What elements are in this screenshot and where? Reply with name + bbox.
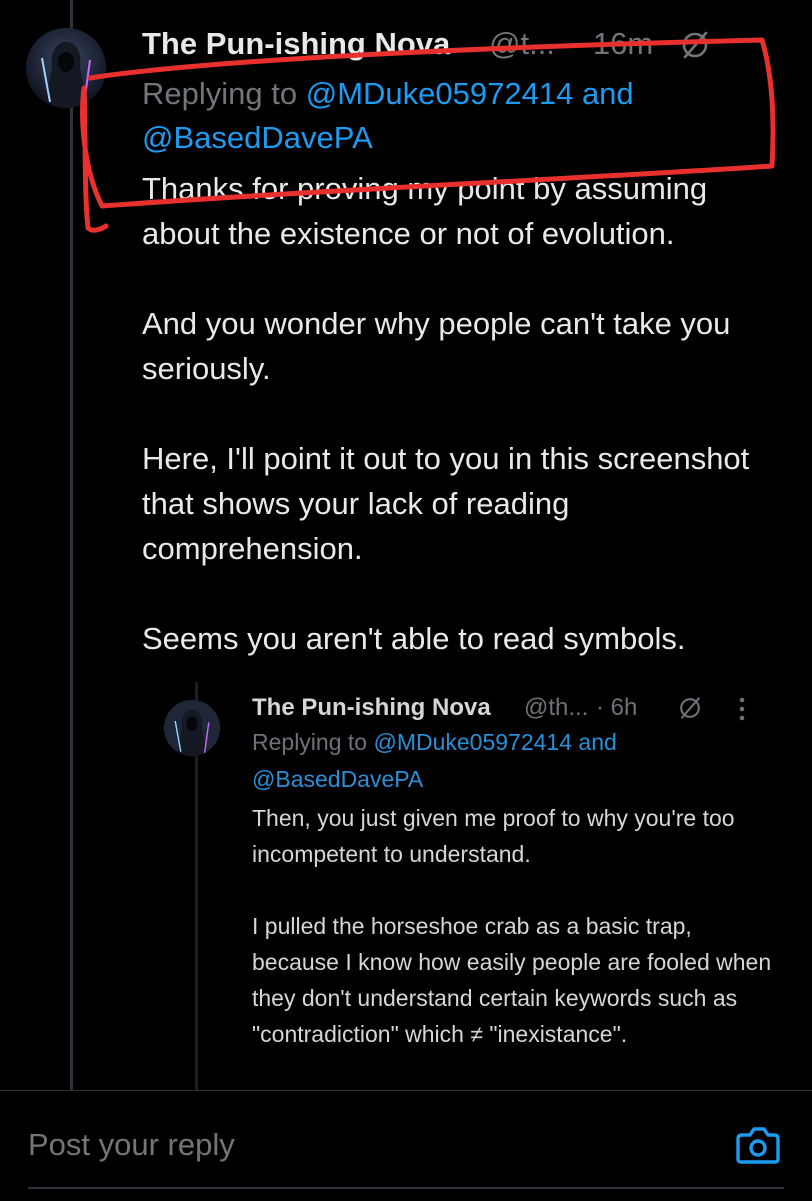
mention-link[interactable]: @MDuke05972414 bbox=[306, 76, 574, 111]
screenshot-paragraph: Then, you just given me proof to why you… bbox=[252, 805, 735, 867]
grok-slash-icon bbox=[678, 696, 702, 727]
replying-to: Replying to @MDuke05972414 and @BasedDav… bbox=[142, 72, 792, 160]
screenshot-author-handle: @th... bbox=[524, 694, 589, 721]
mention-link[interactable]: @BasedDavePA bbox=[142, 120, 373, 155]
more-options-icon bbox=[738, 696, 746, 725]
tweet-paragraph: Here, I'll point it out to you in this s… bbox=[142, 441, 750, 566]
screenshot-mention: @MDuke05972414 bbox=[373, 729, 573, 755]
tweet-paragraph: And you wonder why people can't take you… bbox=[142, 306, 731, 386]
tweet-paragraph: Seems you aren't able to read symbols. bbox=[142, 621, 686, 656]
screenshot-replying-and: and bbox=[578, 729, 617, 755]
screenshot-replying-prefix: Replying to bbox=[252, 729, 368, 755]
replying-and: and bbox=[581, 76, 634, 111]
tweet: The Pun-ishing Nova @t... · 16m Replying… bbox=[142, 24, 792, 661]
screenshot-mention: @BasedDavePA bbox=[252, 766, 424, 792]
screenshot-post-time: · 6h bbox=[596, 694, 638, 721]
author-handle[interactable]: @t... bbox=[489, 26, 555, 62]
screenshot-paragraph: I pulled the horseshoe crab as a basic t… bbox=[252, 913, 772, 1047]
screenshot-tweet-text: Then, you just given me proof to why you… bbox=[252, 800, 772, 1052]
avatar[interactable] bbox=[26, 28, 106, 108]
screenshot-tweet-header: The Pun-ishing Nova @th... · 6h bbox=[252, 692, 772, 724]
reply-input[interactable] bbox=[28, 1127, 628, 1163]
screenshot-avatar bbox=[164, 700, 220, 756]
camera-icon[interactable] bbox=[734, 1125, 782, 1165]
grok-slash-icon[interactable] bbox=[680, 30, 710, 68]
attached-screenshot[interactable]: The Pun-ishing Nova @th... · 6h Replying… bbox=[142, 682, 792, 1090]
screenshot-avatar-image bbox=[164, 700, 220, 756]
replying-prefix: Replying to bbox=[142, 76, 298, 111]
avatar-image bbox=[26, 28, 106, 108]
tweet-text: Thanks for proving my point by assuming … bbox=[142, 166, 792, 661]
screenshot-replying-to: Replying to @MDuke05972414 and @BasedDav… bbox=[252, 724, 772, 798]
composer-divider bbox=[28, 1187, 784, 1189]
tweet-paragraph: Thanks for proving my point by assuming … bbox=[142, 171, 708, 251]
post-time[interactable]: · 16m bbox=[574, 26, 653, 62]
screenshot-author-name: The Pun-ishing Nova bbox=[252, 694, 491, 721]
reply-composer bbox=[0, 1090, 812, 1201]
author-name[interactable]: The Pun-ishing Nova bbox=[142, 26, 450, 62]
tweet-header: The Pun-ishing Nova @t... · 16m bbox=[142, 24, 792, 64]
screenshot-tweet: The Pun-ishing Nova @th... · 6h Replying… bbox=[252, 692, 772, 1052]
thread-line bbox=[70, 0, 73, 1090]
